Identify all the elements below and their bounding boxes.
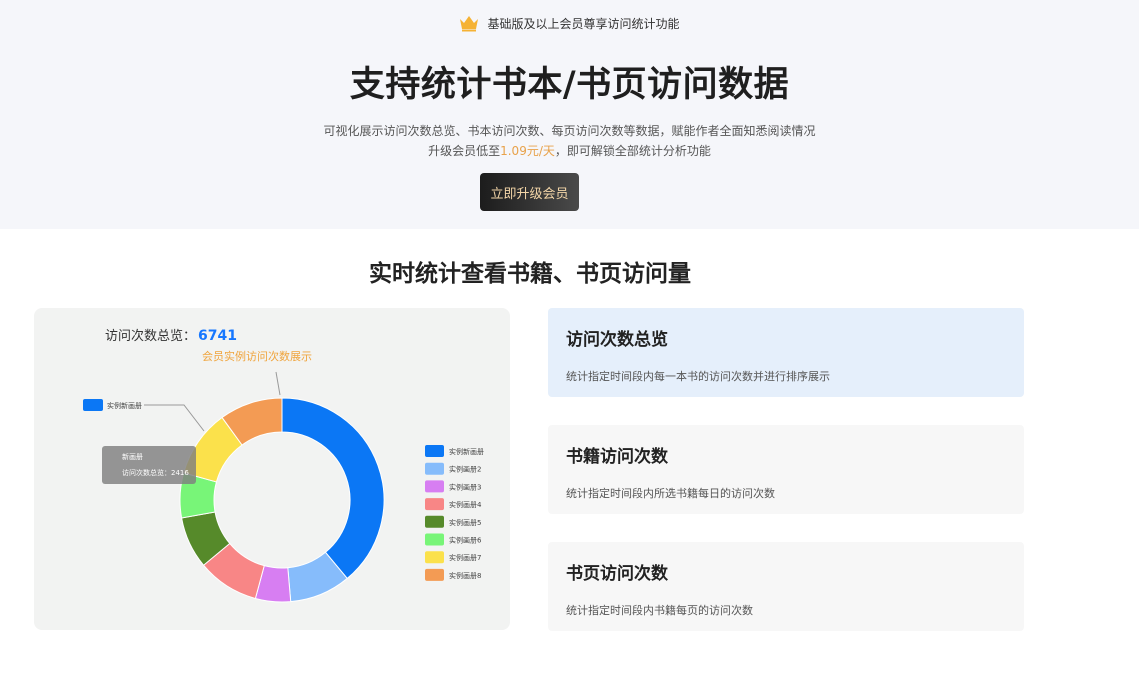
- legend-label: 实例新画册: [449, 447, 484, 456]
- legend-label: 实例画册2: [449, 465, 481, 474]
- crown-icon: [460, 16, 479, 32]
- upgrade-member-button[interactable]: 立即升级会员: [480, 173, 579, 211]
- callout-leader-line: [144, 404, 205, 432]
- feature-title: 书页访问次数: [566, 564, 668, 584]
- legend-swatch: [425, 551, 444, 564]
- desc-prefix: 升级会员低至: [428, 144, 501, 158]
- badge-text: 基础版及以上会员尊享访问统计功能: [487, 16, 680, 31]
- legend-item[interactable]: 实例画册6: [425, 533, 482, 546]
- legend-swatch: [425, 480, 444, 493]
- legend-swatch: [425, 462, 444, 475]
- legend-swatch: [425, 533, 444, 546]
- donut-slice-1[interactable]: [281, 397, 385, 580]
- legend-item[interactable]: 实例画册7: [425, 551, 481, 564]
- feature-title: 访问次数总览: [566, 330, 668, 350]
- hero-description: 可视化展示访问次数总览、书本访问次数、每页访问次数等数据，赋能作者全面知悉阅读情…: [0, 121, 1139, 161]
- feature-desc: 统计指定时间段内书籍每页的访问次数: [566, 604, 753, 617]
- callout-swatch: [83, 399, 103, 411]
- legend-swatch: [425, 568, 444, 581]
- tooltip-line: 访问次数总览：2416: [122, 468, 189, 477]
- legend-swatch: [425, 498, 444, 511]
- legend-item[interactable]: 实例画册5: [425, 515, 481, 528]
- subtitle-leader-line: [275, 371, 281, 396]
- legend-item[interactable]: 实例新画册: [425, 445, 484, 457]
- legend-label: 实例画册6: [449, 536, 482, 545]
- tooltip-title: 新画册: [122, 452, 143, 461]
- legend-swatch: [425, 445, 444, 457]
- legend-item[interactable]: 实例画册8: [425, 568, 481, 581]
- hero-banner: 基础版及以上会员尊享访问统计功能 支持统计书本/书页访问数据 可视化展示访问次数…: [0, 0, 1139, 229]
- legend-label: 实例画册3: [449, 482, 481, 491]
- chart-tooltip: [102, 446, 196, 484]
- hero-desc-line2: 升级会员低至1.09元/天，即可解锁全部统计分析功能: [0, 141, 1139, 161]
- feature-desc: 统计指定时间段内所选书籍每日的访问次数: [566, 487, 775, 500]
- section-title: 实时统计查看书籍、书页访问量: [369, 261, 691, 287]
- hero-title: 支持统计书本/书页访问数据: [349, 65, 790, 105]
- hero-desc-line1: 可视化展示访问次数总览、书本访问次数、每页访问次数等数据，赋能作者全面知悉阅读情…: [323, 124, 816, 138]
- legend-item[interactable]: 实例画册2: [425, 462, 481, 475]
- chart-card: 访问次数总览： 6741 会员实例访问次数展示 实例新画册 新画册 访问次数总览：…: [34, 308, 510, 630]
- price-text: 1.09元/天: [500, 144, 555, 158]
- feature-card-page-visits[interactable]: 书页访问次数 统计指定时间段内书籍每页的访问次数: [548, 542, 1024, 631]
- desc-suffix: ，即可解锁全部统计分析功能: [554, 144, 711, 158]
- legend-label: 实例画册5: [449, 518, 481, 527]
- legend-label: 实例画册4: [449, 500, 482, 509]
- feature-title: 书籍访问次数: [566, 447, 668, 467]
- legend-item[interactable]: 实例画册3: [425, 480, 481, 493]
- legend-swatch: [425, 515, 444, 528]
- donut-chart: 实例新画册 新画册 访问次数总览：2416 实例新画册实例画册2 实例画册3 实例画…: [83, 371, 484, 603]
- legend-label: 实例画册8: [449, 571, 481, 580]
- legend-label: 实例画册7: [449, 553, 481, 562]
- legend-item[interactable]: 实例画册4: [425, 498, 482, 511]
- feature-card-book-visits[interactable]: 书籍访问次数 统计指定时间段内所选书籍每日的访问次数: [548, 425, 1024, 514]
- feature-card-overview[interactable]: 访问次数总览 统计指定时间段内每一本书的访问次数并进行排序展示: [548, 308, 1024, 397]
- callout-label: 实例新画册: [107, 401, 142, 410]
- member-badge: 基础版及以上会员尊享访问统计功能: [0, 14, 1139, 32]
- feature-desc: 统计指定时间段内每一本书的访问次数并进行排序展示: [566, 370, 830, 383]
